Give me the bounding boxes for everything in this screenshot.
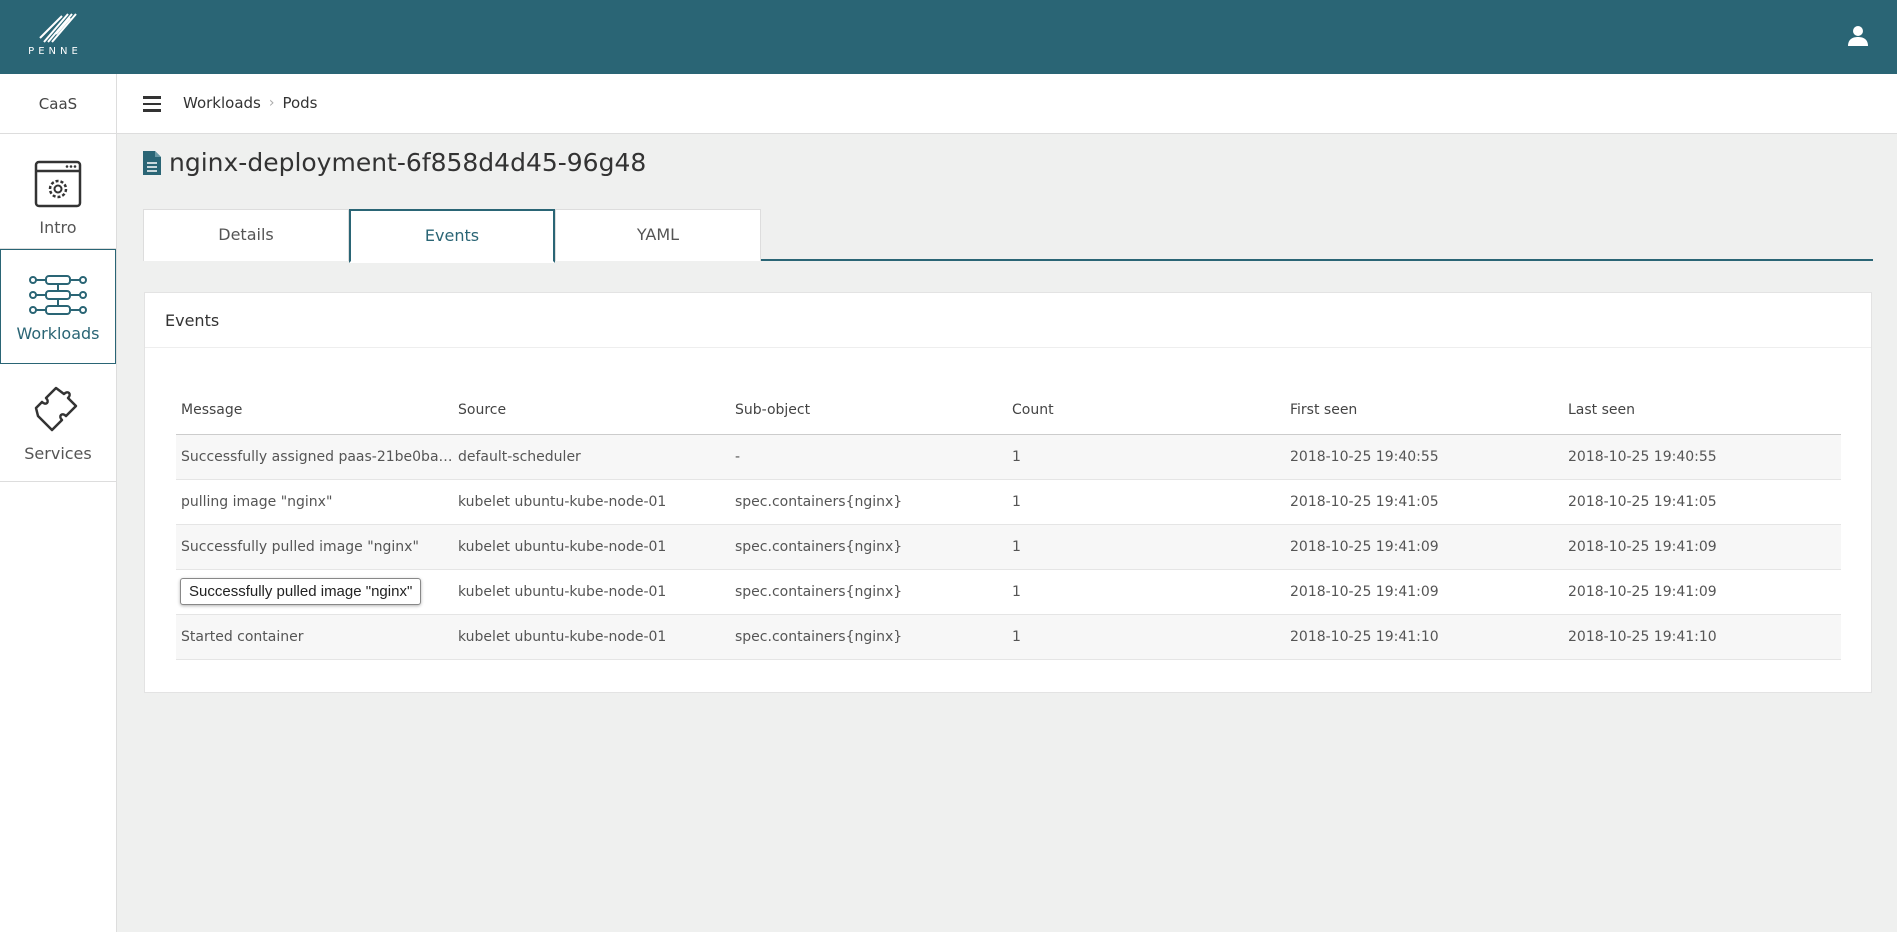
cell-first-seen: 2018-10-25 19:40:55	[1285, 434, 1563, 480]
cell-source: kubelet ubuntu-kube-node-01	[453, 524, 730, 570]
sidebar-header: CaaS	[0, 74, 116, 134]
tab-yaml[interactable]: YAML	[555, 209, 761, 261]
cell-first-seen: 2018-10-25 19:41:10	[1285, 614, 1563, 660]
column-header-message[interactable]: Message	[176, 386, 453, 435]
page-title-wrap: nginx-deployment-6f858d4d45-96g48	[143, 148, 646, 177]
penne-logo[interactable]: PENNE	[22, 10, 88, 64]
breadcrumb: Workloads › Pods	[183, 94, 318, 112]
cell-message: Successfully pulled image "nginx"	[176, 524, 453, 570]
logo-text: PENNE	[28, 46, 82, 57]
cell-last-seen: 2018-10-25 19:41:05	[1563, 479, 1841, 525]
panel-title: Events	[145, 293, 1871, 348]
column-header-last-seen[interactable]: Last seen	[1563, 386, 1841, 435]
cell-source: kubelet ubuntu-kube-node-01	[453, 614, 730, 660]
table-row: kubelet ubuntu-kube-node-01 spec.contain…	[176, 569, 1841, 615]
table-header-row: Message Source Sub-object Count First se…	[176, 386, 1841, 435]
sidebar-item-label: Services	[24, 444, 92, 463]
events-panel: Events Message Source Sub-object Count F…	[144, 292, 1872, 693]
cell-sub-object: spec.containers{nginx}	[730, 524, 1007, 570]
column-header-first-seen[interactable]: First seen	[1285, 386, 1563, 435]
cell-sub-object: spec.containers{nginx}	[730, 569, 1007, 615]
tab-events[interactable]: Events	[349, 209, 555, 263]
sidebar: CaaS Intro Workloads Services	[0, 74, 117, 932]
cell-count: 1	[1007, 614, 1285, 660]
cell-message: Started container	[176, 614, 453, 660]
sidebar-item-workloads[interactable]: Workloads	[0, 249, 116, 364]
cell-count: 1	[1007, 434, 1285, 480]
table-row: pulling image "nginx" kubelet ubuntu-kub…	[176, 479, 1841, 525]
user-icon[interactable]	[1847, 25, 1869, 47]
document-icon	[143, 150, 161, 175]
cell-first-seen: 2018-10-25 19:41:09	[1285, 524, 1563, 570]
cell-count: 1	[1007, 569, 1285, 615]
cell-source: kubelet ubuntu-kube-node-01	[453, 569, 730, 615]
column-header-source[interactable]: Source	[453, 386, 730, 435]
top-bar: PENNE	[0, 0, 1897, 74]
table-row: Successfully assigned paas-21be0baf-6… d…	[176, 434, 1841, 480]
page-title: nginx-deployment-6f858d4d45-96g48	[169, 148, 647, 177]
table-row: Started container kubelet ubuntu-kube-no…	[176, 614, 1841, 660]
events-table: Message Source Sub-object Count First se…	[176, 386, 1841, 660]
table-row: Successfully pulled image "nginx" kubele…	[176, 524, 1841, 570]
cell-sub-object: -	[730, 434, 1007, 480]
cell-count: 1	[1007, 479, 1285, 525]
cell-count: 1	[1007, 524, 1285, 570]
penne-logo-icon	[39, 13, 77, 43]
cell-sub-object: spec.containers{nginx}	[730, 479, 1007, 525]
column-header-sub-object[interactable]: Sub-object	[730, 386, 1007, 435]
cell-sub-object: spec.containers{nginx}	[730, 614, 1007, 660]
message-tooltip: Successfully pulled image "nginx"	[180, 578, 422, 605]
breadcrumb-pods[interactable]: Pods	[282, 94, 317, 112]
cell-message: pulling image "nginx"	[176, 479, 453, 525]
column-header-count[interactable]: Count	[1007, 386, 1285, 435]
puzzle-icon	[34, 386, 78, 432]
cell-first-seen: 2018-10-25 19:41:05	[1285, 479, 1563, 525]
cell-last-seen: 2018-10-25 19:41:09	[1563, 569, 1841, 615]
cell-source: default-scheduler	[453, 434, 730, 480]
sidebar-item-label: Workloads	[16, 324, 100, 343]
header-bar: Workloads › Pods	[117, 74, 1897, 134]
cell-last-seen: 2018-10-25 19:40:55	[1563, 434, 1841, 480]
tab-details[interactable]: Details	[143, 209, 349, 261]
workloads-nodes-icon	[29, 275, 87, 315]
chevron-right-icon: ›	[268, 95, 275, 111]
cell-last-seen: 2018-10-25 19:41:10	[1563, 614, 1841, 660]
tab-bar: Details Events YAML	[143, 209, 1873, 263]
cell-first-seen: 2018-10-25 19:41:09	[1285, 569, 1563, 615]
settings-window-icon	[34, 160, 82, 208]
cell-message: Successfully assigned paas-21be0baf-6…	[176, 434, 453, 480]
cell-last-seen: 2018-10-25 19:41:09	[1563, 524, 1841, 570]
sidebar-item-label: Intro	[39, 218, 77, 237]
sidebar-item-intro[interactable]: Intro	[0, 134, 116, 249]
hamburger-menu-icon[interactable]	[143, 96, 161, 112]
cell-source: kubelet ubuntu-kube-node-01	[453, 479, 730, 525]
breadcrumb-workloads[interactable]: Workloads	[183, 94, 261, 112]
sidebar-item-services[interactable]: Services	[0, 364, 116, 482]
